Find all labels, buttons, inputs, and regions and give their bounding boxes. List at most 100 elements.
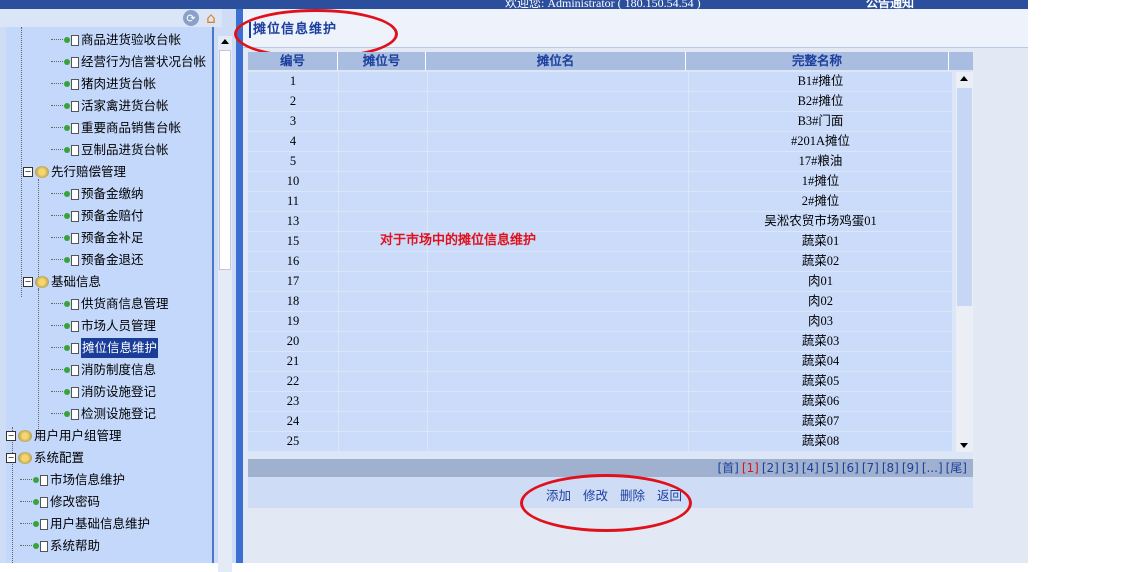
tree-item[interactable]: 修改密码 xyxy=(20,492,100,512)
column-header-stall-no[interactable]: 摊位号 xyxy=(338,52,426,70)
refresh-icon[interactable]: ⟳ xyxy=(183,10,199,26)
page-icon xyxy=(40,496,48,508)
collapse-icon[interactable]: − xyxy=(23,277,33,287)
table-row[interactable]: 2 B2#摊位 xyxy=(248,92,956,112)
top-bar: 欢迎您: Administrator ( 180.150.54.54 ) 公告通… xyxy=(0,0,1028,9)
cell-id: 24 xyxy=(248,412,338,431)
cell-stall-name xyxy=(428,172,688,191)
leaf-dot-icon xyxy=(64,37,70,43)
panel-splitter[interactable] xyxy=(236,9,243,563)
tree-item[interactable]: − 用户用户组管理 xyxy=(6,426,122,446)
pager-link[interactable]: [7] xyxy=(862,461,879,475)
home-icon[interactable]: ⌂ xyxy=(203,9,219,27)
tree-item-label: 系统帮助 xyxy=(50,538,101,553)
tree-item[interactable]: 供货商信息管理 xyxy=(51,294,169,314)
tree-item[interactable]: 商品进货验收台帐 xyxy=(51,30,181,50)
grid-header: 编号 摊位号 摊位名 完整名称 xyxy=(248,52,973,70)
main-content: 摊位信息维护 编号 摊位号 摊位名 完整名称 1 B1#摊位 2 B2#摊位 3 B3#门… xyxy=(234,9,1028,563)
tree-item-label: 预备金赔付 xyxy=(81,208,144,223)
collapse-icon[interactable]: − xyxy=(6,453,16,463)
cell-stall-name xyxy=(428,112,688,131)
table-row[interactable]: 24 蔬菜07 xyxy=(248,412,956,432)
cell-stall-no xyxy=(339,372,427,391)
pager-link[interactable]: [2] xyxy=(762,461,779,475)
page-icon xyxy=(40,518,48,530)
table-row[interactable]: 22 蔬菜05 xyxy=(248,372,956,392)
table-row[interactable]: 1 B1#摊位 xyxy=(248,72,956,92)
tree-item[interactable]: 消防设施登记 xyxy=(51,382,156,402)
table-row[interactable]: 10 1#摊位 xyxy=(248,172,956,192)
table-row[interactable]: 25 蔬菜08 xyxy=(248,432,956,452)
pager-link[interactable]: [首] xyxy=(717,461,738,475)
tree-item-label: 豆制品进货台帐 xyxy=(81,142,169,157)
grid-scrollbar[interactable] xyxy=(956,72,973,452)
tree-scrollbar[interactable] xyxy=(218,36,232,572)
tree-item-label: 供货商信息管理 xyxy=(81,296,169,311)
pager-link[interactable]: [1] xyxy=(742,461,759,475)
tree-item[interactable]: 摊位信息维护 xyxy=(51,338,159,358)
column-header-id[interactable]: 编号 xyxy=(248,52,338,70)
tree-item[interactable]: 预备金赔付 xyxy=(51,206,144,226)
tree-item[interactable]: 经营行为信誉状况台帐 xyxy=(51,52,206,72)
tree-item[interactable]: 检测设施登记 xyxy=(51,404,156,424)
tree-item[interactable]: − 先行赔偿管理 xyxy=(23,162,126,182)
tree-item[interactable]: 消防制度信息 xyxy=(51,360,156,380)
table-row[interactable]: 19 肉03 xyxy=(248,312,956,332)
tree-item[interactable]: 预备金缴纳 xyxy=(51,184,144,204)
tree-item[interactable]: 猪肉进货台帐 xyxy=(51,74,156,94)
tree-item[interactable]: − 系统配置 xyxy=(6,448,84,468)
tree-item[interactable]: 活家禽进货台帐 xyxy=(51,96,169,116)
grid-body: 1 B1#摊位 2 B2#摊位 3 B3#门面 4 #201A摊位 5 17#粮油 10 1#摊位 11… xyxy=(248,72,956,452)
cell-stall-no xyxy=(339,292,427,311)
pager-link[interactable]: [8] xyxy=(882,461,899,475)
collapse-icon[interactable]: − xyxy=(6,431,16,441)
tree-item[interactable]: 重要商品销售台帐 xyxy=(51,118,181,138)
welcome-text: 欢迎您: Administrator ( 180.150.54.54 ) xyxy=(505,0,701,9)
table-row[interactable]: 4 #201A摊位 xyxy=(248,132,956,152)
pager-link[interactable]: [6] xyxy=(842,461,859,475)
table-row[interactable]: 11 2#摊位 xyxy=(248,192,956,212)
pager-link[interactable]: [尾] xyxy=(946,461,967,475)
tree-item[interactable]: 市场信息维护 xyxy=(20,470,125,490)
table-row[interactable]: 15 蔬菜01 xyxy=(248,232,956,252)
tree-item-label: 经营行为信誉状况台帐 xyxy=(81,54,207,69)
cell-id: 19 xyxy=(248,312,338,331)
cell-stall-no xyxy=(339,72,427,91)
pager-link[interactable]: [4] xyxy=(802,461,819,475)
notice-link[interactable]: 公告通知 xyxy=(866,0,914,9)
tree-item[interactable]: 预备金退还 xyxy=(51,250,144,270)
folder-gear-icon xyxy=(35,166,49,178)
table-row[interactable]: 21 蔬菜04 xyxy=(248,352,956,372)
table-row[interactable]: 18 肉02 xyxy=(248,292,956,312)
pager-link[interactable]: [3] xyxy=(782,461,799,475)
tree-item[interactable]: 预备金补足 xyxy=(51,228,144,248)
cell-full-name: 肉03 xyxy=(689,312,952,331)
pager-link[interactable]: [...] xyxy=(922,461,943,475)
leaf-dot-icon xyxy=(64,147,70,153)
tree-item[interactable]: 市场人员管理 xyxy=(51,316,156,336)
column-header-full-name[interactable]: 完整名称 xyxy=(686,52,949,70)
tree-item[interactable]: 用户基础信息维护 xyxy=(20,514,150,534)
pager-link[interactable]: [9] xyxy=(902,461,919,475)
scroll-down-icon[interactable] xyxy=(960,443,968,448)
column-header-stall-name[interactable]: 摊位名 xyxy=(426,52,686,70)
table-row[interactable]: 23 蔬菜06 xyxy=(248,392,956,412)
tree-item-label: 修改密码 xyxy=(50,494,101,509)
table-row[interactable]: 3 B3#门面 xyxy=(248,112,956,132)
table-row[interactable]: 17 肉01 xyxy=(248,272,956,292)
action-bar: 添加 修改 删除 返回 xyxy=(248,474,973,532)
scroll-up-icon[interactable] xyxy=(960,76,968,81)
tree-item[interactable]: 豆制品进货台帐 xyxy=(51,140,169,160)
table-row[interactable]: 16 蔬菜02 xyxy=(248,252,956,272)
scroll-thumb[interactable] xyxy=(219,50,231,270)
scroll-up-icon[interactable] xyxy=(221,39,229,44)
scroll-thumb[interactable] xyxy=(957,88,972,306)
table-row[interactable]: 20 蔬菜03 xyxy=(248,332,956,352)
pager-link[interactable]: [5] xyxy=(822,461,839,475)
table-row[interactable]: 5 17#粮油 xyxy=(248,152,956,172)
table-row[interactable]: 13 吴淞农贸市场鸡蛋01 xyxy=(248,212,956,232)
tree-item[interactable]: 系统帮助 xyxy=(20,536,100,556)
cell-stall-no xyxy=(339,152,427,171)
collapse-icon[interactable]: − xyxy=(23,167,33,177)
tree-item[interactable]: − 基础信息 xyxy=(23,272,101,292)
